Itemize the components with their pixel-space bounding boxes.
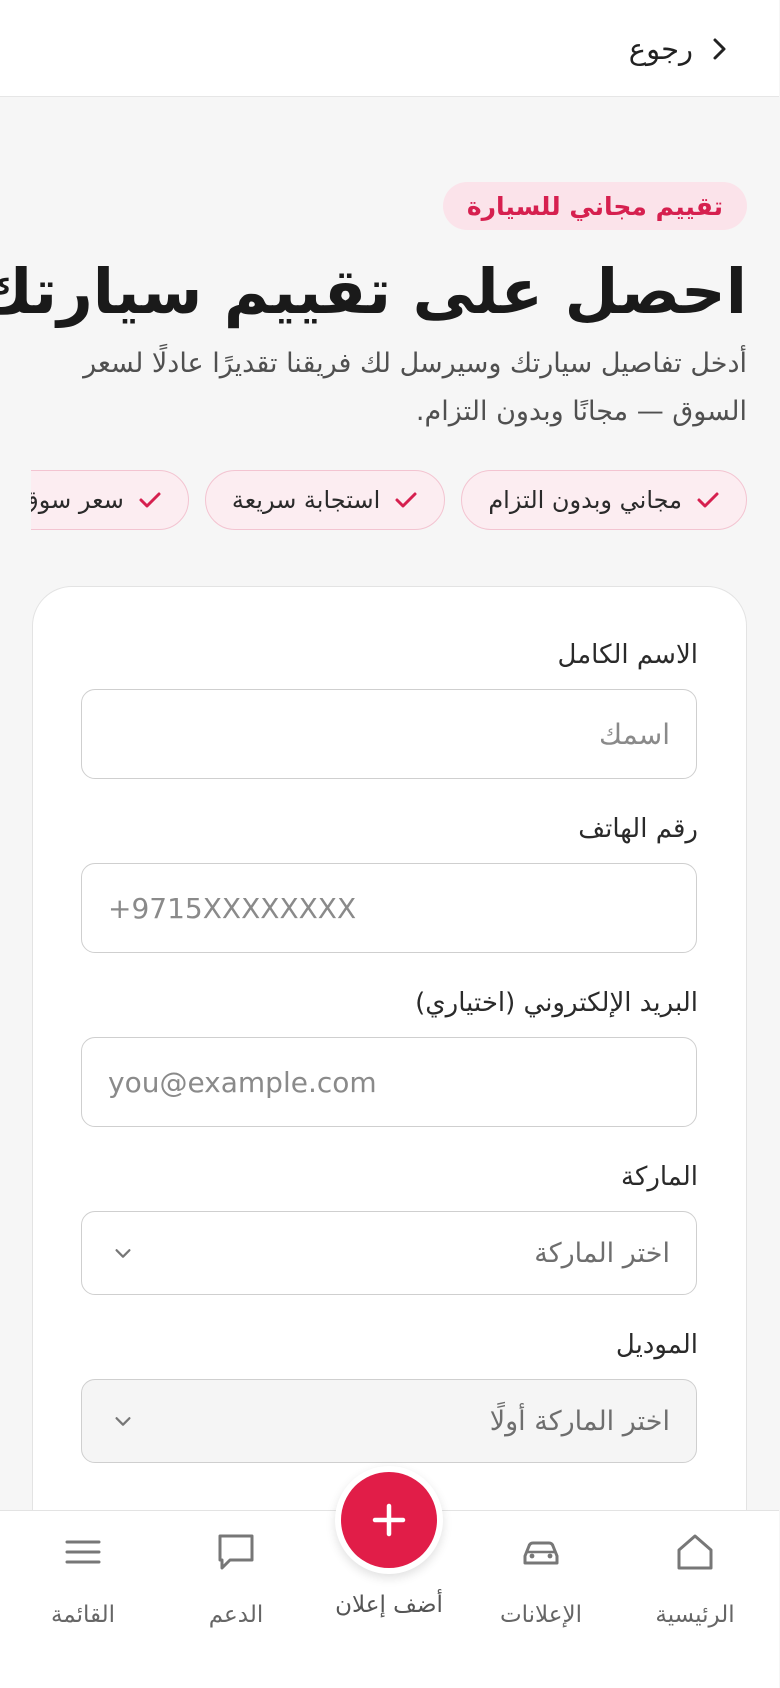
chat-icon	[215, 1530, 259, 1574]
nav-menu-label: القائمة	[51, 1602, 117, 1628]
page-title: احصل على تقييم سيارتك	[0, 255, 748, 328]
back-label: رجوع	[629, 32, 694, 66]
nav-support[interactable]: الدعم	[167, 1530, 307, 1640]
check-icon	[395, 488, 419, 512]
nav-menu[interactable]: القائمة	[14, 1530, 154, 1640]
free-valuation-badge: تقييم مجاني للسيارة	[443, 182, 748, 230]
model-label: الموديل	[616, 1330, 699, 1360]
check-icon	[697, 488, 721, 512]
make-select[interactable]: اختر الماركة	[82, 1211, 698, 1295]
full-name-input[interactable]	[82, 689, 698, 779]
nav-home-label: الرئيسية	[656, 1602, 736, 1628]
model-select-value: اختر الماركة أولًا	[490, 1405, 671, 1437]
home-icon	[674, 1530, 718, 1574]
chevron-down-icon	[113, 1410, 135, 1432]
phone-label: رقم الهاتف	[579, 814, 699, 844]
feature-chip: استجابة سريعة	[205, 470, 447, 530]
feature-chip-label: استجابة سريعة	[232, 486, 382, 514]
car-icon	[520, 1530, 564, 1574]
nav-home[interactable]: الرئيسية	[626, 1530, 766, 1640]
feature-chip: مجاني وبدون التزام	[462, 470, 748, 530]
email-input[interactable]	[82, 1037, 698, 1127]
check-icon	[139, 488, 163, 512]
email-label: البريد الإلكتروني (اختياري)	[416, 988, 699, 1018]
top-bar: رجوع	[0, 0, 780, 97]
nav-listings[interactable]: الإعلانات	[472, 1530, 612, 1640]
menu-icon	[62, 1530, 106, 1574]
add-listing-fab-ring	[336, 1466, 444, 1574]
back-button[interactable]: رجوع	[630, 28, 732, 70]
nav-listings-label: الإعلانات	[500, 1602, 584, 1628]
phone-input[interactable]	[82, 863, 698, 953]
chevron-down-icon	[113, 1242, 135, 1264]
feature-chip-label: سعر سوق	[32, 486, 125, 514]
chevron-right-icon	[708, 37, 732, 61]
add-listing-button[interactable]	[342, 1472, 438, 1568]
full-name-label: الاسم الكامل	[558, 640, 699, 670]
add-listing-label: أضف إعلان	[336, 1592, 444, 1618]
plus-icon	[370, 1500, 410, 1540]
make-label: الماركة	[622, 1162, 699, 1192]
feature-chip: سعر سوق	[32, 470, 190, 530]
model-select[interactable]: اختر الماركة أولًا	[82, 1379, 698, 1463]
valuation-form-card: الاسم الكامل رقم الهاتف البريد الإلكترون…	[33, 586, 748, 1586]
nav-support-label: الدعم	[209, 1602, 265, 1628]
feature-chip-label: مجاني وبدون التزام	[489, 486, 683, 514]
feature-chips: مجاني وبدون التزام استجابة سريعة سعر سوق	[32, 470, 748, 530]
make-select-value: اختر الماركة	[535, 1237, 671, 1269]
page-subtitle: أدخل تفاصيل سيارتك وسيرسل لك فريقنا تقدي…	[84, 348, 748, 427]
